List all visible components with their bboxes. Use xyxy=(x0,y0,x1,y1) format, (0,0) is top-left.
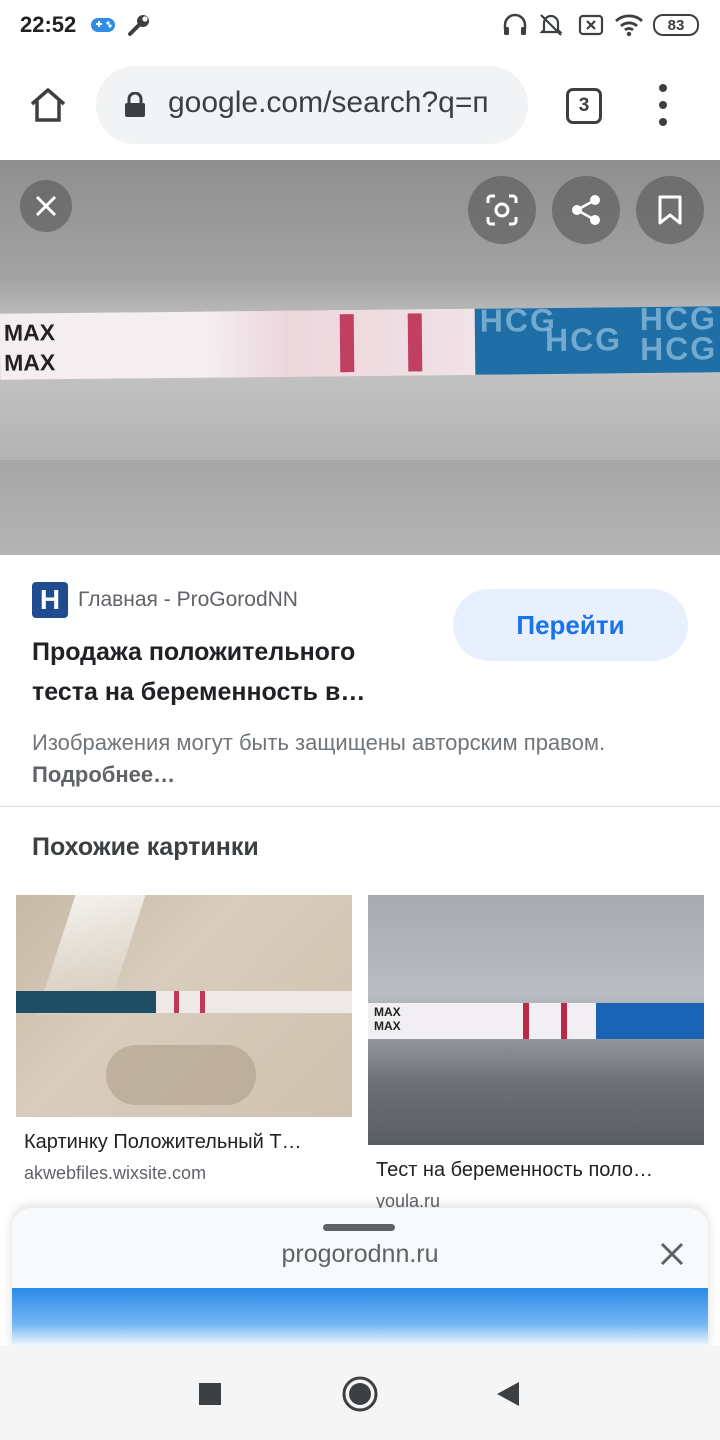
preview-image[interactable]: HCG HCG HCG HCG MAX MAX xyxy=(0,160,720,555)
circle-icon xyxy=(342,1376,378,1412)
recents-button[interactable] xyxy=(190,1374,230,1414)
close-sheet-button[interactable] xyxy=(656,1238,688,1270)
lock-icon xyxy=(125,92,145,117)
home-button[interactable] xyxy=(22,80,74,130)
browser-toolbar: google.com/search?q=п 3 xyxy=(0,50,720,160)
copyright-text: Изображения могут быть защищены авторски… xyxy=(32,730,606,755)
back-button[interactable] xyxy=(488,1374,528,1414)
learn-more-link[interactable]: Подробнее… xyxy=(32,762,175,787)
strip-brand: HCG xyxy=(639,330,718,368)
address-bar[interactable]: google.com/search?q=п xyxy=(96,66,528,144)
battery-level: 83 xyxy=(653,14,699,36)
more-vert-icon[interactable] xyxy=(648,84,678,128)
status-time: 22:52 xyxy=(20,12,77,37)
result-title[interactable]: Продажа положительного теста на беременн… xyxy=(32,632,412,712)
share-icon xyxy=(572,195,600,225)
similar-image-caption: Тест на беременность поло… xyxy=(376,1159,654,1181)
strip-max-label: MAX xyxy=(4,349,56,376)
wrench-icon xyxy=(124,10,154,40)
status-bar: 22:52 83 xyxy=(0,0,720,50)
home-icon xyxy=(30,88,66,122)
drag-handle[interactable] xyxy=(323,1224,395,1231)
similar-image-thumbnail: MAX MAX xyxy=(368,895,704,1145)
similar-image-thumbnail xyxy=(16,895,352,1117)
page-preview-sheet[interactable]: progorodnn.ru xyxy=(12,1208,708,1348)
close-icon xyxy=(660,1242,684,1266)
strip-max-label: MAX xyxy=(374,1019,401,1033)
strip-max-label: MAX xyxy=(3,319,56,346)
share-button[interactable] xyxy=(552,176,620,244)
copyright-notice: Изображения могут быть защищены авторски… xyxy=(32,727,672,791)
similar-image-card[interactable]: MAX MAX Тест на беременность поло… youla… xyxy=(368,895,704,1215)
site-favicon: H xyxy=(32,582,68,618)
system-nav-bar xyxy=(0,1346,720,1440)
close-button[interactable] xyxy=(20,180,72,232)
preview-host: progorodnn.ru xyxy=(281,1240,439,1268)
url-text: google.com/search?q=п xyxy=(168,86,489,119)
similar-images-heading: Похожие картинки xyxy=(32,833,259,861)
back-triangle-icon xyxy=(497,1382,519,1406)
square-icon xyxy=(199,1383,221,1405)
close-icon xyxy=(35,195,57,217)
lens-icon xyxy=(486,194,518,226)
similar-image-card[interactable]: Картинку Положительный Т… akwebfiles.wix… xyxy=(16,895,352,1195)
strip-max-label: MAX xyxy=(374,1005,401,1019)
source-row[interactable]: H Главная - ProGorodNN xyxy=(32,580,298,620)
sim-off-icon xyxy=(576,10,606,40)
lens-button[interactable] xyxy=(468,176,536,244)
test-line xyxy=(407,313,423,372)
strip-brand: HCG xyxy=(544,321,623,359)
tab-switcher-button[interactable]: 3 xyxy=(566,88,602,124)
visit-button[interactable]: Перейти xyxy=(453,589,688,661)
control-line xyxy=(339,314,355,373)
similar-image-caption: Картинку Положительный Т… xyxy=(24,1131,302,1153)
bookmark-button[interactable] xyxy=(636,176,704,244)
test-strip: HCG HCG HCG HCG MAX MAX xyxy=(0,300,720,380)
divider xyxy=(0,806,720,807)
home-nav-button[interactable] xyxy=(340,1374,380,1414)
bell-off-icon xyxy=(536,10,566,40)
source-name: Главная - ProGorodNN xyxy=(78,588,298,611)
similar-image-domain: akwebfiles.wixsite.com xyxy=(24,1163,207,1183)
page-preview-banner xyxy=(12,1288,708,1348)
game-controller-icon xyxy=(88,10,118,40)
battery-icon: 83 xyxy=(652,10,700,40)
headphones-icon xyxy=(500,10,530,40)
bookmark-icon xyxy=(658,195,682,225)
wifi-icon xyxy=(612,10,646,40)
